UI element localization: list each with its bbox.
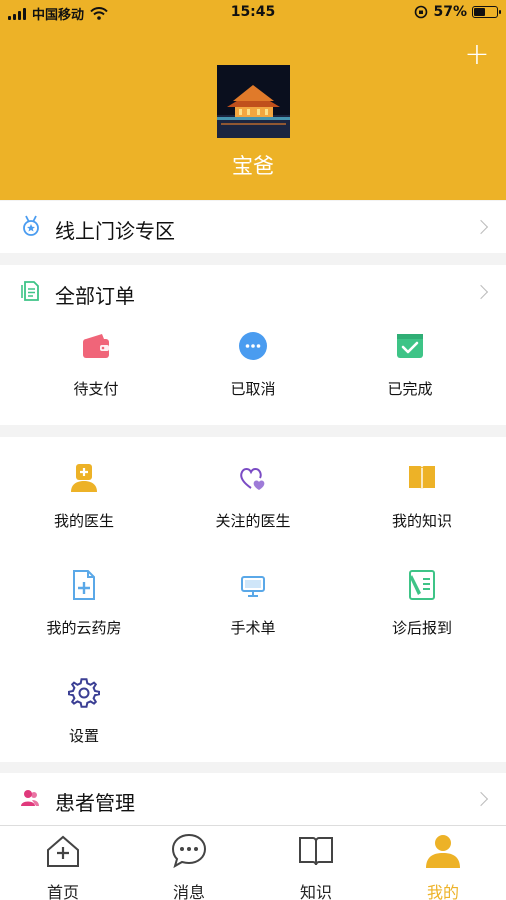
service-surgery-list[interactable]: 手术单: [169, 569, 337, 638]
service-label: 诊后报到: [391, 619, 452, 637]
service-settings[interactable]: 设置: [0, 677, 168, 746]
doctor-icon: [71, 464, 97, 492]
service-label: 我的医生: [53, 512, 114, 530]
user-name: 宝爸: [232, 154, 274, 178]
service-my-knowledge[interactable]: 我的知识: [338, 462, 506, 531]
add-button[interactable]: +: [464, 40, 490, 70]
tab-messages[interactable]: 消息: [126, 826, 252, 900]
avatar[interactable]: [217, 65, 290, 138]
completed-icon: [397, 334, 423, 358]
user-icon: [426, 835, 460, 868]
medal-icon: [23, 215, 39, 236]
cancelled-icon: [239, 332, 267, 360]
online-clinic-row[interactable]: 线上门诊专区: [0, 201, 506, 253]
battery-percent: 57%: [433, 4, 467, 20]
book-icon: [409, 466, 435, 490]
orders-card: 全部订单 待支付 已取消 已完成: [0, 265, 506, 425]
order-label: 已完成: [387, 380, 433, 398]
tab-mine[interactable]: 我的: [380, 826, 506, 900]
tab-home[interactable]: 首页: [0, 826, 126, 900]
home-icon: [47, 835, 79, 867]
chevron-right-icon: [473, 284, 489, 300]
orders-title: 全部订单: [55, 284, 135, 308]
book-open-icon: [299, 837, 333, 866]
tab-knowledge[interactable]: 知识: [253, 826, 379, 900]
chevron-right-icon: [473, 219, 489, 235]
service-label: 关注的医生: [215, 512, 291, 530]
avatar-image: [217, 65, 290, 138]
order-completed[interactable]: 已完成: [326, 330, 494, 399]
service-my-doctor[interactable]: 我的医生: [0, 462, 168, 531]
order-label: 待支付: [73, 380, 119, 398]
tab-label: 我的: [426, 883, 459, 900]
message-icon: [171, 833, 207, 869]
service-label: 设置: [68, 727, 99, 745]
battery-icon: [472, 6, 501, 18]
tab-label: 消息: [172, 883, 205, 900]
orders-header[interactable]: 全部订单: [0, 265, 506, 320]
profile-header: 中国移动 15:45 57% + 宝爸: [0, 0, 506, 200]
service-label: 手术单: [230, 619, 276, 637]
service-label: 我的知识: [391, 512, 452, 530]
tab-label: 知识: [299, 883, 332, 900]
order-pending-payment[interactable]: 待支付: [12, 330, 180, 399]
followed-doctor-icon: [240, 468, 265, 490]
status-right: 57%: [414, 4, 501, 20]
service-label: 我的云药房: [46, 619, 122, 637]
service-cloud-pharmacy[interactable]: 我的云药房: [0, 569, 168, 638]
online-clinic-title: 线上门诊专区: [55, 219, 175, 243]
pharmacy-icon: [73, 570, 95, 600]
service-followed-doctors[interactable]: 关注的医生: [169, 462, 337, 531]
services-card: 我的医生 关注的医生 我的知识 我的云药房 手术单 诊后报到 设置: [0, 437, 506, 762]
order-label: 已取消: [230, 380, 276, 398]
checkin-icon: [409, 570, 435, 600]
wallet-icon: [83, 334, 109, 358]
order-cancelled[interactable]: 已取消: [169, 330, 337, 399]
chevron-right-icon: [473, 791, 489, 807]
patient-management-row[interactable]: 患者管理: [0, 773, 506, 825]
patients-icon: [21, 790, 39, 806]
status-bar: 中国移动 15:45 57%: [0, 0, 506, 26]
document-icon: [21, 281, 39, 301]
gear-icon: [68, 678, 100, 708]
tab-bar: 首页 消息 知识 我的: [0, 825, 506, 900]
monitor-icon: [241, 576, 265, 597]
patient-management-title: 患者管理: [55, 791, 135, 815]
tab-label: 首页: [46, 883, 79, 900]
service-post-visit-checkin[interactable]: 诊后报到: [338, 569, 506, 638]
orientation-lock-icon: [415, 5, 428, 19]
